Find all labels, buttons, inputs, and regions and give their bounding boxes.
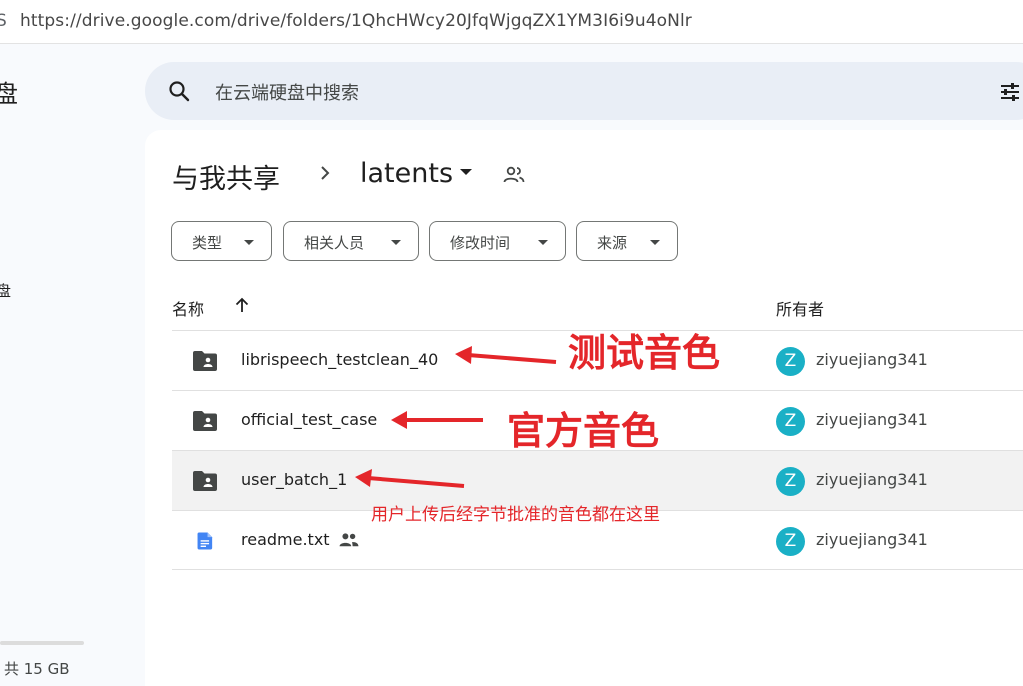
search-bar[interactable]: 在云端硬盘中搜索 [145, 62, 1023, 120]
caret-down-icon [650, 240, 660, 245]
column-header-owner[interactable]: 所有者 [776, 296, 824, 320]
file-name[interactable]: librispeech_testclean_40 [241, 350, 438, 369]
file-name[interactable]: user_batch_1 [241, 470, 347, 489]
file-name[interactable]: readme.txt [241, 530, 330, 549]
breadcrumb-current-folder[interactable]: latents [360, 158, 453, 189]
owner-name: ziyuejiang341 [816, 410, 928, 429]
owner-name: ziyuejiang341 [816, 530, 928, 549]
url-text[interactable]: https://drive.google.com/drive/folders/1… [20, 11, 692, 31]
filter-type-label: 类型 [192, 234, 223, 252]
annotation-test-voice: 测试音色 [568, 331, 721, 375]
owner-name: ziyuejiang341 [816, 350, 928, 369]
storage-bar [0, 641, 84, 645]
filter-people[interactable]: 相关人员 [283, 221, 419, 261]
sidebar: 盘 盘 共 15 GB [0, 44, 140, 686]
caret-down-icon [538, 240, 548, 245]
annotation-official-voice: 官方音色 [507, 409, 660, 453]
browser-address-bar[interactable]: S https://drive.google.com/drive/folders… [0, 0, 1023, 44]
search-options-icon[interactable] [998, 80, 1022, 104]
filter-people-label: 相关人员 [304, 234, 365, 252]
breadcrumb-shared-with-me[interactable]: 与我共享 [172, 157, 280, 196]
column-header-name[interactable]: 名称 [172, 296, 204, 320]
file-name[interactable]: official_test_case [241, 410, 377, 429]
app-title: 盘 [0, 80, 18, 108]
shared-folder-icon [193, 351, 217, 371]
site-info-icon[interactable]: S [0, 11, 7, 31]
avatar: Z [776, 347, 805, 376]
shared-folder-icon [193, 471, 217, 491]
filter-modified[interactable]: 修改时间 [429, 221, 566, 261]
search-input[interactable]: 在云端硬盘中搜索 [215, 79, 359, 105]
filter-type[interactable]: 类型 [171, 221, 272, 261]
avatar: Z [776, 527, 805, 556]
arrow-up-icon[interactable] [233, 296, 251, 314]
filter-modified-label: 修改时间 [450, 234, 511, 252]
avatar: Z [776, 467, 805, 496]
avatar: Z [776, 407, 805, 436]
shared-folder-icon [193, 411, 217, 431]
shared-people-icon[interactable] [502, 165, 526, 185]
shared-people-icon [339, 533, 359, 547]
caret-down-icon [244, 240, 254, 245]
document-icon [197, 532, 213, 550]
annotation-user-note: 用户上传后经字节批准的音色都在这里 [371, 505, 660, 525]
chevron-right-icon [321, 166, 330, 180]
storage-text: 共 15 GB [4, 660, 70, 678]
search-icon[interactable] [167, 79, 191, 103]
filter-source-label: 来源 [597, 234, 628, 252]
caret-down-icon [391, 240, 401, 245]
filter-source[interactable]: 来源 [576, 221, 678, 261]
owner-name: ziyuejiang341 [816, 470, 928, 489]
sidebar-item-drive[interactable]: 盘 [0, 280, 11, 301]
caret-down-icon[interactable] [460, 169, 472, 175]
